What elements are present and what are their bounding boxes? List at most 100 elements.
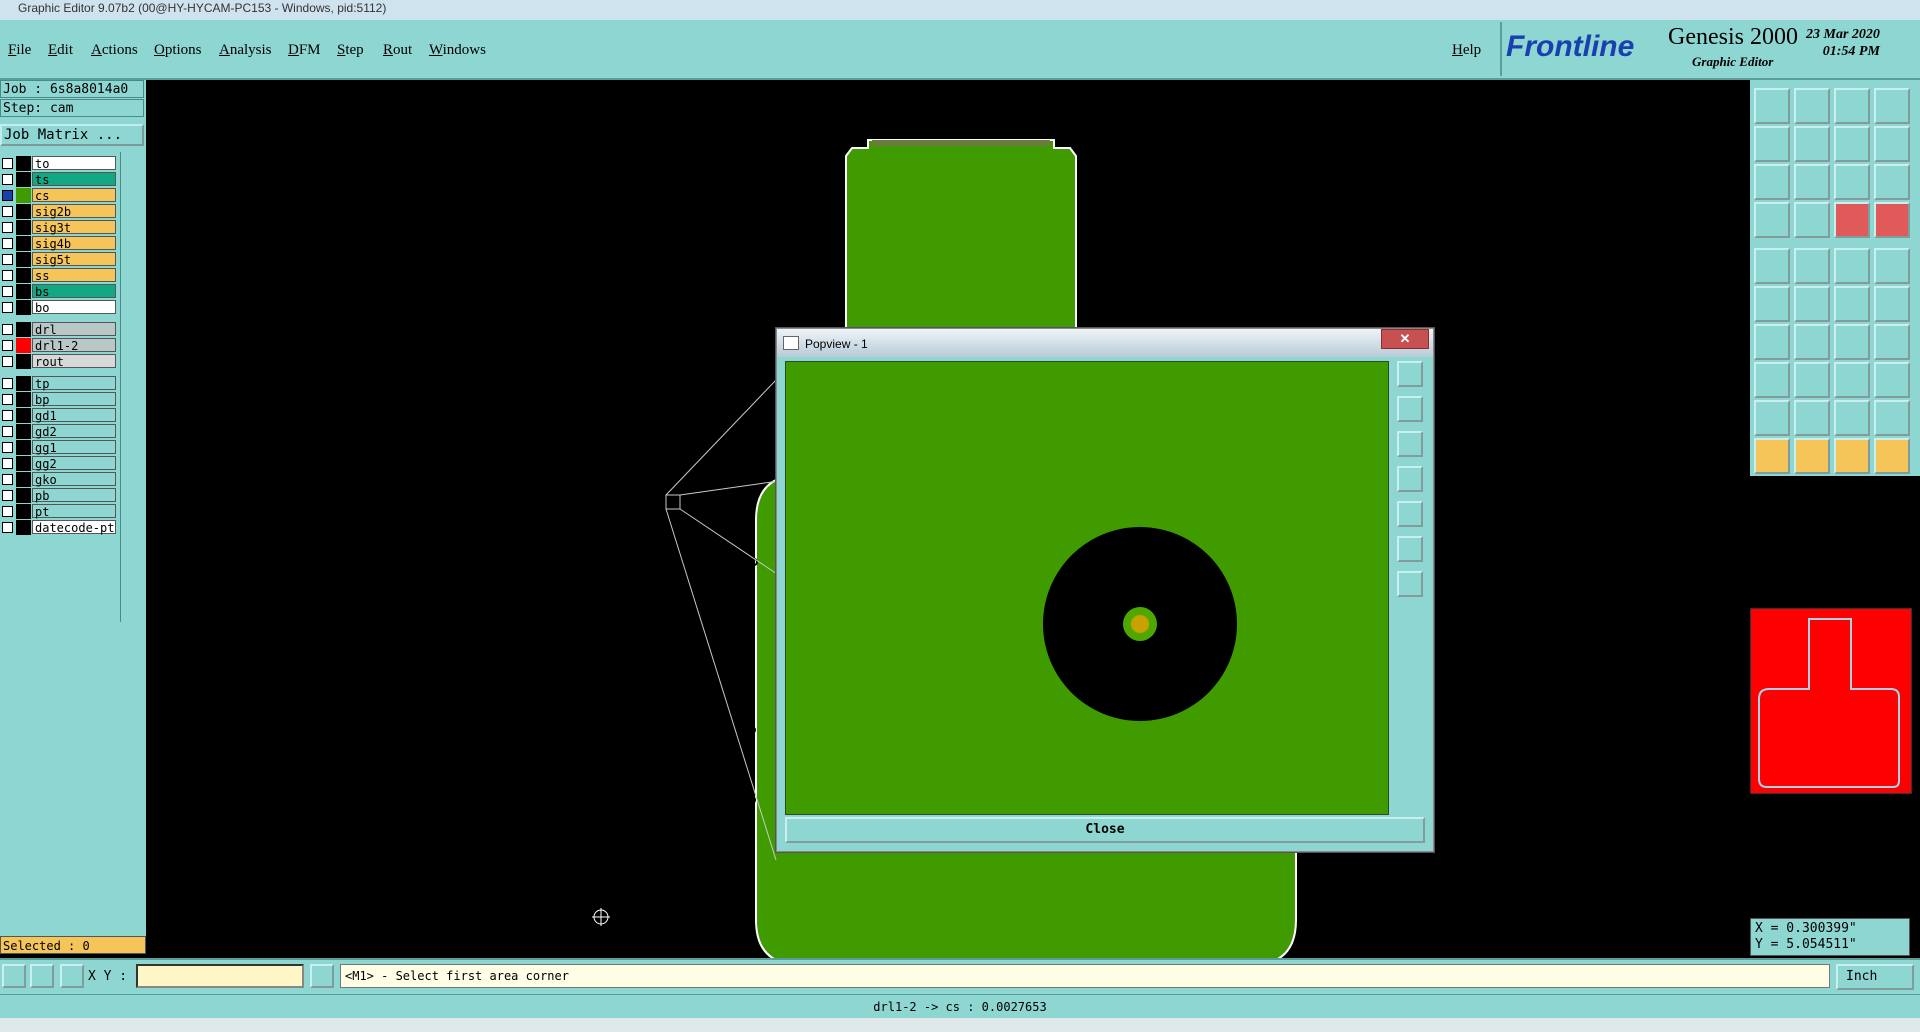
popview-zoom-out-icon[interactable] — [1397, 431, 1423, 457]
layer-color-swatch[interactable] — [16, 520, 31, 535]
layer-color-swatch[interactable] — [16, 472, 31, 487]
layer-name[interactable]: gko — [32, 472, 116, 487]
layer-checkbox[interactable] — [2, 302, 13, 313]
popview-pan-left-icon[interactable] — [1397, 466, 1423, 492]
tool-pan-right-icon[interactable] — [1794, 126, 1830, 162]
layer-checkbox[interactable] — [2, 394, 13, 405]
tool-flip-icon[interactable] — [1874, 324, 1910, 360]
layer-row-gg1[interactable]: gg1 — [0, 440, 118, 455]
layer-row-gko[interactable]: gko — [0, 472, 118, 487]
layer-checkbox[interactable] — [2, 410, 13, 421]
layer-name[interactable]: cs — [32, 188, 116, 203]
tool-node-icon[interactable] — [1754, 286, 1790, 322]
layer-row-ss[interactable]: ss — [0, 268, 118, 283]
tool-select-move-icon[interactable] — [1834, 438, 1870, 474]
tool-connect-icon[interactable] — [1834, 286, 1870, 322]
layer-name[interactable]: bo — [32, 300, 116, 315]
layer-checkbox[interactable] — [2, 158, 13, 169]
menu-dfm[interactable]: DFM — [288, 42, 321, 59]
popview-zoom-home-icon[interactable] — [1397, 361, 1423, 387]
tool-angle-icon[interactable] — [1754, 324, 1790, 360]
layer-row-to[interactable]: to — [0, 156, 118, 171]
layer-row-tp[interactable]: tp — [0, 376, 118, 391]
layer-row-bs[interactable]: bs — [0, 284, 118, 299]
layer-color-swatch[interactable] — [16, 188, 31, 203]
menu-options[interactable]: Options — [154, 42, 202, 59]
layer-color-swatch[interactable] — [16, 220, 31, 235]
input-mode-icon[interactable] — [310, 964, 334, 988]
layer-color-swatch[interactable] — [16, 236, 31, 251]
popview-pan-right-icon[interactable] — [1397, 501, 1423, 527]
layer-name[interactable]: gd2 — [32, 424, 116, 439]
layer-name[interactable]: tp — [32, 376, 116, 391]
tool-hole-icon[interactable] — [1874, 248, 1910, 284]
tool-window-icon[interactable] — [1874, 88, 1910, 124]
layer-row-gd2[interactable]: gd2 — [0, 424, 118, 439]
layer-row-sig4b[interactable]: sig4b — [0, 236, 118, 251]
layer-color-swatch[interactable] — [16, 424, 31, 439]
tool-snap-pointer-icon[interactable] — [1754, 202, 1790, 238]
layer-row-pb[interactable]: pb — [0, 488, 118, 503]
layer-row-gd1[interactable]: gd1 — [0, 408, 118, 423]
menu-windows[interactable]: Windows — [429, 42, 486, 59]
layer-name[interactable]: pt — [32, 504, 116, 519]
tool-redraw-icon[interactable] — [1834, 126, 1870, 162]
tool-step-icon[interactable] — [1874, 126, 1910, 162]
layer-color-swatch[interactable] — [16, 504, 31, 519]
layer-name[interactable]: gg2 — [32, 456, 116, 471]
tool-tent-icon[interactable] — [1794, 400, 1830, 436]
layer-checkbox[interactable] — [2, 458, 13, 469]
layer-checkbox[interactable] — [2, 378, 13, 389]
layer-checkbox[interactable] — [2, 238, 13, 249]
tool-array-icon[interactable] — [1874, 362, 1910, 398]
layer-color-swatch[interactable] — [16, 354, 31, 369]
tool-center-icon[interactable] — [1794, 164, 1830, 200]
layer-row-bo[interactable]: bo — [0, 300, 118, 315]
layer-checkbox[interactable] — [2, 506, 13, 517]
layer-color-swatch[interactable] — [16, 252, 31, 267]
layer-checkbox[interactable] — [2, 270, 13, 281]
layer-row-bp[interactable]: bp — [0, 392, 118, 407]
layer-row-drl1-2[interactable]: drl1-2 — [0, 338, 118, 353]
layer-checkbox[interactable] — [2, 474, 13, 485]
snap-icon[interactable] — [2, 964, 26, 988]
layer-name[interactable]: rout — [32, 354, 116, 369]
tool-arch-icon[interactable] — [1834, 400, 1870, 436]
popview-zoom-in-icon[interactable] — [1397, 396, 1423, 422]
grid-icon[interactable] — [60, 964, 84, 988]
layer-name[interactable]: gg1 — [32, 440, 116, 455]
popview-title-bar[interactable]: Popview - 1 — [777, 329, 1433, 357]
tool-tri-line-icon[interactable] — [1874, 400, 1910, 436]
tool-query-icon[interactable] — [1874, 164, 1910, 200]
layer-color-swatch[interactable] — [16, 284, 31, 299]
menu-help[interactable]: Help — [1452, 42, 1481, 59]
layer-checkbox[interactable] — [2, 340, 13, 351]
layer-row-cs[interactable]: cs — [0, 188, 118, 203]
tool-layer-compare2-icon[interactable] — [1874, 202, 1910, 238]
tool-layer-compare-icon[interactable] — [1834, 202, 1870, 238]
layer-checkbox[interactable] — [2, 490, 13, 501]
tool-scale-icon[interactable] — [1834, 164, 1870, 200]
popview-fit-icon[interactable] — [1397, 536, 1423, 562]
tool-split-icon[interactable] — [1874, 286, 1910, 322]
menu-actions[interactable]: Actions — [91, 42, 138, 59]
job-matrix-button[interactable]: Job Matrix ... — [0, 124, 144, 146]
tool-home-view-icon[interactable] — [1834, 88, 1870, 124]
layer-color-swatch[interactable] — [16, 376, 31, 391]
layer-name[interactable]: ss — [32, 268, 116, 283]
layer-name[interactable]: sig5t — [32, 252, 116, 267]
tool-line-icon[interactable] — [1794, 248, 1830, 284]
layer-row-sig3t[interactable]: sig3t — [0, 220, 118, 235]
layer-color-swatch[interactable] — [16, 268, 31, 283]
layer-checkbox[interactable] — [2, 174, 13, 185]
layer-color-swatch[interactable] — [16, 488, 31, 503]
layer-row-datecode-pt[interactable]: datecode-pt — [0, 520, 118, 535]
layer-checkbox[interactable] — [2, 222, 13, 233]
layer-row-ts[interactable]: ts — [0, 172, 118, 187]
layer-name[interactable]: to — [32, 156, 116, 171]
layer-row-rout[interactable]: rout — [0, 354, 118, 369]
layer-color-swatch[interactable] — [16, 204, 31, 219]
menu-file[interactable]: File — [8, 42, 31, 59]
popview-close-icon[interactable]: ✕ — [1381, 329, 1429, 349]
tool-cut-icon[interactable] — [1794, 362, 1830, 398]
